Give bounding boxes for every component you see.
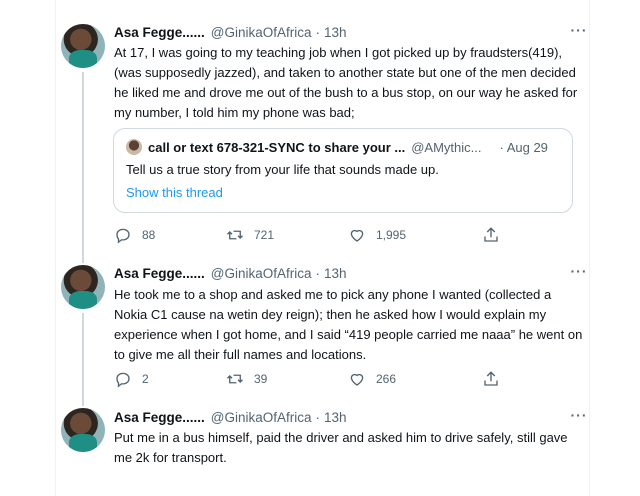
timestamp[interactable]: 13h — [324, 266, 347, 281]
share-button[interactable] — [482, 225, 510, 245]
reply-button[interactable]: 88 — [114, 225, 155, 245]
quoted-avatar — [126, 139, 142, 155]
reply-count: 2 — [142, 372, 149, 386]
heart-icon — [350, 373, 364, 386]
action-bar: 88 721 1,995 — [114, 225, 514, 245]
quoted-date: · Aug 29 — [499, 139, 548, 155]
thread-connector — [82, 313, 84, 400]
more-icon[interactable]: ··· — [569, 22, 589, 38]
thread-connector — [82, 72, 84, 255]
tweet-header: Asa Fegge...... @GinikaOfAfrica · 13h — [114, 409, 347, 425]
tweet[interactable]: Asa Fegge...... @GinikaOfAfrica · 13h ··… — [55, 0, 589, 255]
more-icon[interactable]: ··· — [569, 263, 589, 279]
quoted-author-handle: @AMythic... — [411, 139, 482, 155]
quoted-text: Tell us a true story from your life that… — [126, 162, 439, 177]
reply-icon — [116, 228, 130, 244]
reply-button[interactable]: 2 — [114, 369, 149, 389]
author-name[interactable]: Asa Fegge...... — [114, 410, 205, 425]
quoted-author-name: call or text 678-321-SYNC to share your … — [148, 139, 406, 155]
retweet-button[interactable]: 721 — [226, 225, 274, 245]
more-icon[interactable]: ··· — [569, 407, 589, 423]
thread-connector — [82, 255, 84, 263]
action-bar: 2 39 266 — [114, 369, 514, 389]
avatar[interactable] — [61, 265, 105, 309]
retweet-icon — [227, 374, 243, 384]
avatar[interactable] — [61, 24, 105, 68]
share-icon — [484, 227, 498, 242]
author-name[interactable]: Asa Fegge...... — [114, 25, 205, 40]
retweet-count: 721 — [254, 228, 275, 242]
tweet-text: Put me in a bus himself, paid the driver… — [114, 430, 568, 465]
quoted-tweet[interactable]: call or text 678-321-SYNC to share your … — [113, 128, 573, 213]
show-thread-link[interactable]: Show this thread — [126, 185, 223, 200]
tweet-text: He took me to a shop and asked me to pic… — [114, 287, 583, 362]
author-handle[interactable]: @GinikaOfAfrica — [211, 266, 312, 281]
reply-count: 88 — [142, 228, 156, 242]
like-count: 1,995 — [376, 228, 407, 242]
retweet-icon — [227, 230, 243, 240]
like-button[interactable]: 1,995 — [348, 225, 406, 245]
retweet-count: 39 — [254, 372, 268, 386]
retweet-button[interactable]: 39 — [226, 369, 267, 389]
like-button[interactable]: 266 — [348, 369, 396, 389]
timestamp[interactable]: 13h — [324, 25, 347, 40]
tweet-header: Asa Fegge...... @GinikaOfAfrica · 13h — [114, 265, 347, 281]
avatar[interactable] — [61, 408, 105, 452]
like-count: 266 — [376, 372, 397, 386]
author-handle[interactable]: @GinikaOfAfrica — [211, 25, 312, 40]
tweet-thread: Asa Fegge...... @GinikaOfAfrica · 13h ··… — [0, 0, 640, 496]
author-name[interactable]: Asa Fegge...... — [114, 266, 205, 281]
tweet-text: At 17, I was going to my teaching job wh… — [114, 45, 578, 120]
thread-connector — [82, 400, 84, 406]
heart-icon — [350, 229, 364, 242]
author-handle[interactable]: @GinikaOfAfrica — [211, 410, 312, 425]
tweet[interactable]: Asa Fegge...... @GinikaOfAfrica · 13h ··… — [55, 255, 589, 400]
tweet[interactable]: Asa Fegge...... @GinikaOfAfrica · 13h ··… — [55, 400, 589, 496]
share-button[interactable] — [482, 369, 510, 389]
reply-icon — [116, 372, 130, 388]
timestamp[interactable]: 13h — [324, 410, 347, 425]
share-icon — [484, 371, 498, 386]
tweet-header: Asa Fegge...... @GinikaOfAfrica · 13h — [114, 24, 347, 40]
quoted-tweet-header: call or text 678-321-SYNC to share your … — [126, 139, 548, 155]
